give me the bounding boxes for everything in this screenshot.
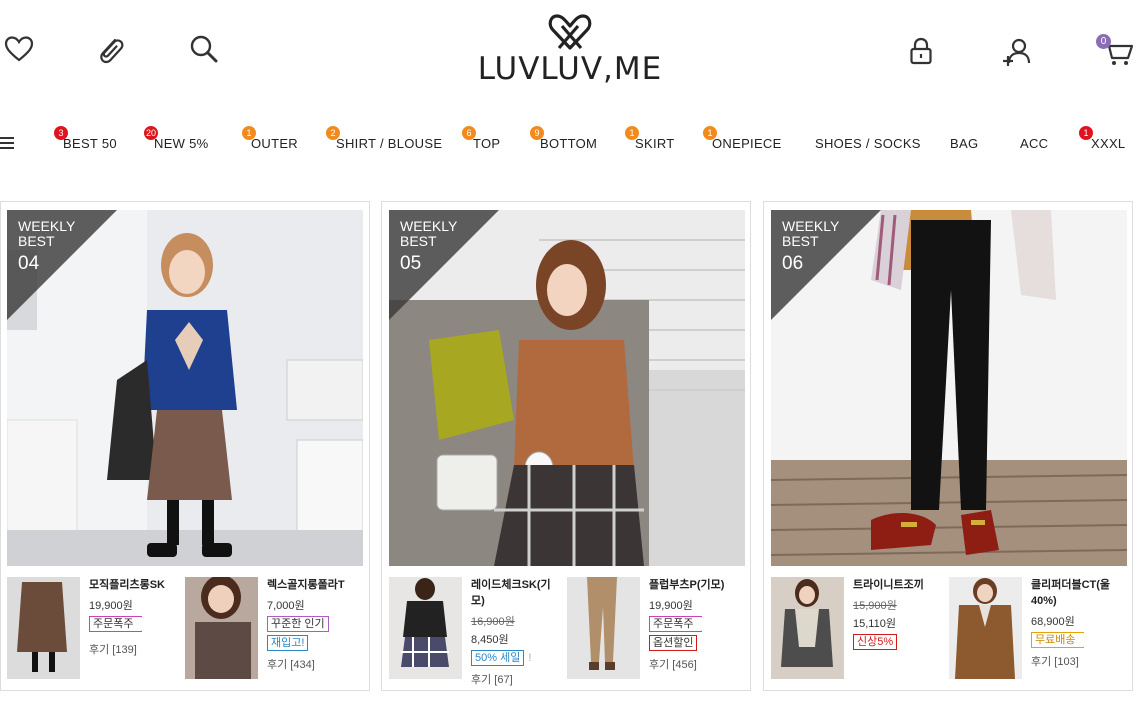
- sub-product-thumbnail[interactable]: [389, 577, 462, 679]
- menu-icon[interactable]: [0, 137, 14, 149]
- weekly-best-card: WEEKLY BEST 05 레이드체크SK(기모) 16,900원 8,450…: [381, 201, 751, 691]
- nav-item-bottom[interactable]: BOTTOM: [540, 136, 597, 151]
- nav-item-new[interactable]: NEW 5%: [154, 136, 209, 151]
- tag-option-discount: 옵션할인: [649, 635, 698, 651]
- sub-product[interactable]: 렉스골지롱폴라T 7,000원 꾸준한 인기 재입고! 후기 [434]: [185, 577, 361, 687]
- product-price: 7,000원: [267, 600, 305, 612]
- product-name[interactable]: 플럽부츠P(기모): [649, 577, 741, 593]
- product-name[interactable]: 트라이니트조끼: [853, 577, 945, 593]
- weekly-rank: 05: [400, 253, 422, 274]
- nav-item-acc[interactable]: ACC: [1020, 136, 1048, 151]
- sub-product-info: 렉스골지롱폴라T 7,000원 꾸준한 인기 재입고! 후기 [434]: [267, 577, 359, 672]
- product-price: 68,900원: [1031, 616, 1075, 628]
- logo-hearts-icon: [548, 14, 592, 50]
- product-photo[interactable]: WEEKLY BEST 05: [389, 210, 745, 566]
- sub-product-info: 클리퍼더블CT(울40%) 68,900원 무료배송 후기 [103]: [1031, 577, 1123, 669]
- nav-item-outer[interactable]: OUTER: [251, 136, 298, 151]
- sale-note: !: [528, 652, 532, 664]
- paperclip-icon[interactable]: [95, 34, 125, 66]
- brand-logo[interactable]: LUVLUV,ME: [470, 12, 670, 86]
- weekly-best-label: WEEKLY BEST: [18, 218, 76, 249]
- tag-free-shipping: 무료배송: [1031, 632, 1085, 648]
- product-original-price: 15,900원: [853, 600, 897, 612]
- sub-product[interactable]: 클리퍼더블CT(울40%) 68,900원 무료배송 후기 [103]: [949, 577, 1125, 687]
- tag-new-discount: 신상5%: [853, 634, 898, 650]
- tag-steady-popular: 꾸준한 인기: [267, 616, 329, 632]
- tag-restock: 재입고!: [267, 635, 309, 651]
- sub-product-info: 플럽부츠P(기모) 19,900원 주문폭주 옵션할인 후기 [456]: [649, 577, 741, 672]
- cart-count-badge: 0: [1096, 34, 1111, 49]
- lock-icon[interactable]: [908, 36, 934, 66]
- sub-product[interactable]: 트라이니트조끼 15,900원 15,110원 신상5%: [771, 577, 947, 687]
- review-count[interactable]: 후기 [103]: [1031, 653, 1123, 669]
- weekly-best-card: WEEKLY BEST 04 모직플리츠롱SK 19,900원 주문폭주 후기 …: [0, 201, 370, 691]
- nav-item-skirt[interactable]: SKIRT: [635, 136, 675, 151]
- product-photo[interactable]: WEEKLY BEST 06: [771, 210, 1127, 566]
- sub-product[interactable]: 모직플리츠롱SK 19,900원 주문폭주 후기 [139]: [7, 577, 183, 687]
- review-count[interactable]: 후기 [456]: [649, 656, 741, 672]
- add-user-icon[interactable]: [1001, 37, 1033, 69]
- review-count[interactable]: 후기 [67]: [471, 671, 563, 687]
- sub-product-thumbnail[interactable]: [949, 577, 1022, 679]
- sub-product-info: 모직플리츠롱SK 19,900원 주문폭주 후기 [139]: [89, 577, 181, 657]
- weekly-best-card: WEEKLY BEST 06 트라이니트조끼 15,900원 15,110원 신…: [763, 201, 1133, 691]
- sub-product-thumbnail[interactable]: [7, 577, 80, 679]
- nav-item-top[interactable]: TOP: [473, 136, 500, 151]
- weekly-rank: 04: [18, 253, 40, 274]
- product-name[interactable]: 레이드체크SK(기모): [471, 577, 563, 609]
- product-price: 8,450원: [471, 634, 509, 646]
- sub-product-thumbnail[interactable]: [185, 577, 258, 679]
- weekly-best-label: WEEKLY BEST: [400, 218, 458, 249]
- product-name[interactable]: 모직플리츠롱SK: [89, 577, 181, 593]
- site-header: LUVLUV,ME 0: [0, 0, 1143, 110]
- nav-item-xxxl[interactable]: XXXL: [1091, 136, 1125, 151]
- weekly-rank: 06: [782, 253, 804, 274]
- nav-item-shirt-blouse[interactable]: SHIRT / BLOUSE: [336, 136, 442, 151]
- search-icon[interactable]: [189, 34, 219, 64]
- category-nav: 3 BEST 50 20 NEW 5% 1 OUTER 2 SHIRT / BL…: [0, 125, 1143, 161]
- nav-item-bag[interactable]: BAG: [950, 136, 978, 151]
- sub-product[interactable]: 레이드체크SK(기모) 16,900원 8,450원 50% 세일! 후기 [6…: [389, 577, 565, 687]
- brand-name: LUVLUV,ME: [477, 51, 663, 87]
- tag-order-rush: 주문폭주: [649, 616, 703, 632]
- heart-icon[interactable]: [4, 35, 34, 63]
- tag-order-rush: 주문폭주: [89, 616, 143, 632]
- product-price: 19,900원: [89, 600, 133, 612]
- product-price: 15,110원: [853, 618, 896, 630]
- sub-product-info: 트라이니트조끼 15,900원 15,110원 신상5%: [853, 577, 945, 650]
- tag-sale: 50% 세일: [471, 650, 525, 666]
- weekly-best-label: WEEKLY BEST: [782, 218, 840, 249]
- product-price: 19,900원: [649, 600, 693, 612]
- sub-product-info: 레이드체크SK(기모) 16,900원 8,450원 50% 세일! 후기 [6…: [471, 577, 563, 687]
- nav-item-shoes-socks[interactable]: SHOES / SOCKS: [815, 136, 921, 151]
- product-name[interactable]: 렉스골지롱폴라T: [267, 577, 359, 593]
- product-original-price: 16,900원: [471, 616, 515, 628]
- sub-product-thumbnail[interactable]: [567, 577, 640, 679]
- nav-item-best-50[interactable]: BEST 50: [63, 136, 117, 151]
- product-photo[interactable]: WEEKLY BEST 04: [7, 210, 363, 566]
- sub-product-thumbnail[interactable]: [771, 577, 844, 679]
- review-count[interactable]: 후기 [434]: [267, 656, 359, 672]
- nav-item-onepiece[interactable]: ONEPIECE: [712, 136, 782, 151]
- sub-product[interactable]: 플럽부츠P(기모) 19,900원 주문폭주 옵션할인 후기 [456]: [567, 577, 743, 687]
- product-name[interactable]: 클리퍼더블CT(울40%): [1031, 577, 1123, 609]
- review-count[interactable]: 후기 [139]: [89, 641, 181, 657]
